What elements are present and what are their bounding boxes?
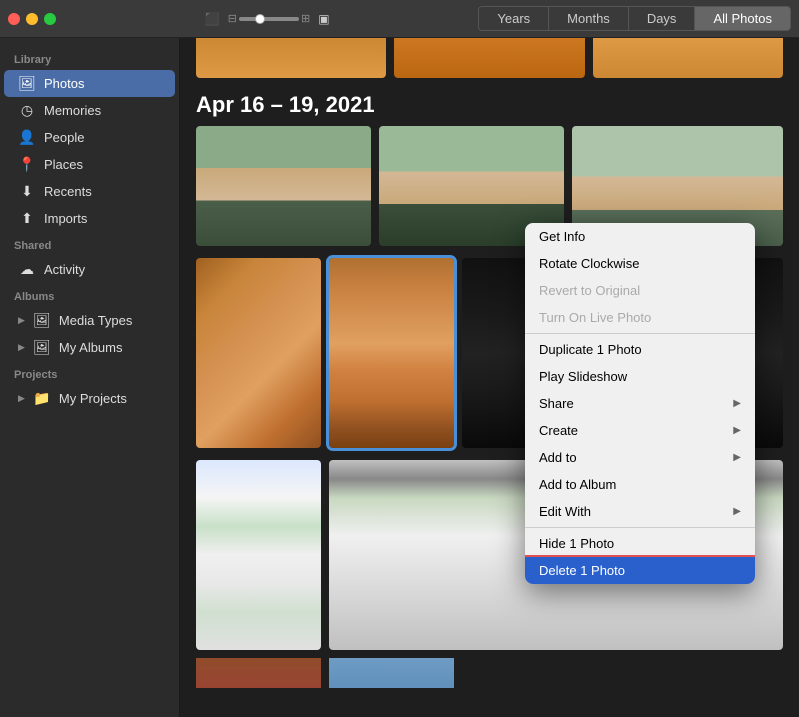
fullscreen-button[interactable] [44,13,56,25]
context-menu-item-create[interactable]: Create ▶ [525,417,755,444]
arrow-icon-media-types: ▶ [18,315,25,326]
titlebar: ⬛ ⊟ ⊞ ▣ Years Months Days All Photos [0,0,799,38]
sidebar: Library 🖼 Photos ◷ Memories 👤 People 📍 P… [0,38,180,717]
sidebar-section-library: Library [0,46,179,70]
slider-thumb [255,14,265,24]
sidebar-item-activity[interactable]: ☁ Activity [4,256,175,283]
toolbar-controls: ⬛ ⊟ ⊞ ▣ [201,10,334,28]
sidebar-label-activity: Activity [44,262,85,277]
sidebar-section-albums: Albums [0,283,179,307]
sidebar-item-my-albums[interactable]: ▶ 🖼 My Albums [4,334,175,361]
context-menu-item-add-to-album[interactable]: Add to Album [525,471,755,498]
tab-days[interactable]: Days [629,6,696,31]
partial-photo-3[interactable] [593,38,783,78]
sidebar-toggle-icon[interactable]: ⬛ [201,10,224,28]
context-menu-separator-2 [525,527,755,528]
add-to-arrow-icon: ▶ [733,452,741,463]
tab-months[interactable]: Months [549,6,629,31]
partial-bottom-1[interactable] [196,658,321,688]
context-menu-item-share[interactable]: Share ▶ [525,390,755,417]
share-arrow-icon: ▶ [733,398,741,409]
sidebar-section-shared: Shared [0,232,179,256]
sidebar-item-memories[interactable]: ◷ Memories [4,97,175,124]
context-menu-item-edit-with[interactable]: Edit With ▶ [525,498,755,525]
sidebar-item-my-projects[interactable]: ▶ 📁 My Projects [4,385,175,412]
context-menu-separator-1 [525,333,755,334]
edit-with-label: Edit With [539,504,591,519]
my-albums-icon: 🖼 [33,339,51,356]
sidebar-item-recents[interactable]: ⬇ Recents [4,178,175,205]
partial-photo-2[interactable] [394,38,584,78]
date-range-header: Apr 16 – 19, 2021 [180,82,799,126]
sidebar-label-recents: Recents [44,184,92,199]
context-menu-item-get-info[interactable]: Get Info [525,223,755,250]
sidebar-section-projects: Projects [0,361,179,385]
create-label: Create [539,423,578,438]
sidebar-item-people[interactable]: 👤 People [4,124,175,151]
activity-icon: ☁ [18,261,36,278]
sidebar-label-imports: Imports [44,211,87,226]
view-toggle-icon[interactable]: ▣ [314,10,333,28]
view-tabs: Years Months Days All Photos [478,6,791,31]
photos-icon: 🖼 [18,75,36,92]
context-menu-item-duplicate[interactable]: Duplicate 1 Photo [525,336,755,363]
create-arrow-icon: ▶ [733,425,741,436]
edit-with-arrow-icon: ▶ [733,506,741,517]
minimize-button[interactable] [26,13,38,25]
context-menu-item-hide[interactable]: Hide 1 Photo [525,530,755,557]
context-menu: Get Info Rotate Clockwise Revert to Orig… [525,223,755,584]
tab-all-photos[interactable]: All Photos [695,6,791,31]
sidebar-label-photos: Photos [44,76,84,91]
sidebar-label-media-types: Media Types [59,313,132,328]
my-projects-icon: 📁 [33,390,51,407]
photo-baby-1[interactable] [196,126,371,246]
sidebar-label-memories: Memories [44,103,101,118]
context-menu-item-delete[interactable]: Delete 1 Photo [525,557,755,584]
photo-cat-1[interactable] [196,258,321,448]
places-icon: 📍 [18,156,36,173]
zoom-in-icon: ⊞ [301,12,310,25]
memories-icon: ◷ [18,102,36,119]
partial-photo-1[interactable] [196,38,386,78]
main-layout: Library 🖼 Photos ◷ Memories 👤 People 📍 P… [0,38,799,717]
context-menu-item-add-to[interactable]: Add to ▶ [525,444,755,471]
imports-icon: ⬆ [18,210,36,227]
arrow-icon-my-projects: ▶ [18,393,25,404]
sidebar-label-my-albums: My Albums [59,340,123,355]
context-menu-item-rotate[interactable]: Rotate Clockwise [525,250,755,277]
arrow-icon-my-albums: ▶ [18,342,25,353]
close-button[interactable] [8,13,20,25]
share-label: Share [539,396,574,411]
context-menu-item-slideshow[interactable]: Play Slideshow [525,363,755,390]
sidebar-label-my-projects: My Projects [59,391,127,406]
slider-track [239,17,299,21]
sidebar-item-media-types[interactable]: ▶ 🖼 Media Types [4,307,175,334]
top-partial-row [180,38,799,78]
recents-icon: ⬇ [18,183,36,200]
tab-years[interactable]: Years [478,6,549,31]
sidebar-item-places[interactable]: 📍 Places [4,151,175,178]
sidebar-label-people: People [44,130,84,145]
people-icon: 👤 [18,129,36,146]
zoom-out-icon: ⊟ [228,12,237,25]
context-menu-item-live-photo: Turn On Live Photo [525,304,755,331]
bottom-partial-row [180,658,799,688]
zoom-slider[interactable]: ⊟ ⊞ [228,12,310,25]
sidebar-item-photos[interactable]: 🖼 Photos [4,70,175,97]
sidebar-label-places: Places [44,157,83,172]
sidebar-item-imports[interactable]: ⬆ Imports [4,205,175,232]
partial-bottom-2[interactable] [329,658,454,688]
context-menu-item-revert: Revert to Original [525,277,755,304]
photo-cat-selected[interactable] [329,258,454,448]
photo-screenshot[interactable] [196,460,321,650]
content-area: Apr 16 – 19, 2021 [180,38,799,717]
media-types-icon: 🖼 [33,312,51,329]
add-to-label: Add to [539,450,577,465]
window-controls [8,13,56,25]
